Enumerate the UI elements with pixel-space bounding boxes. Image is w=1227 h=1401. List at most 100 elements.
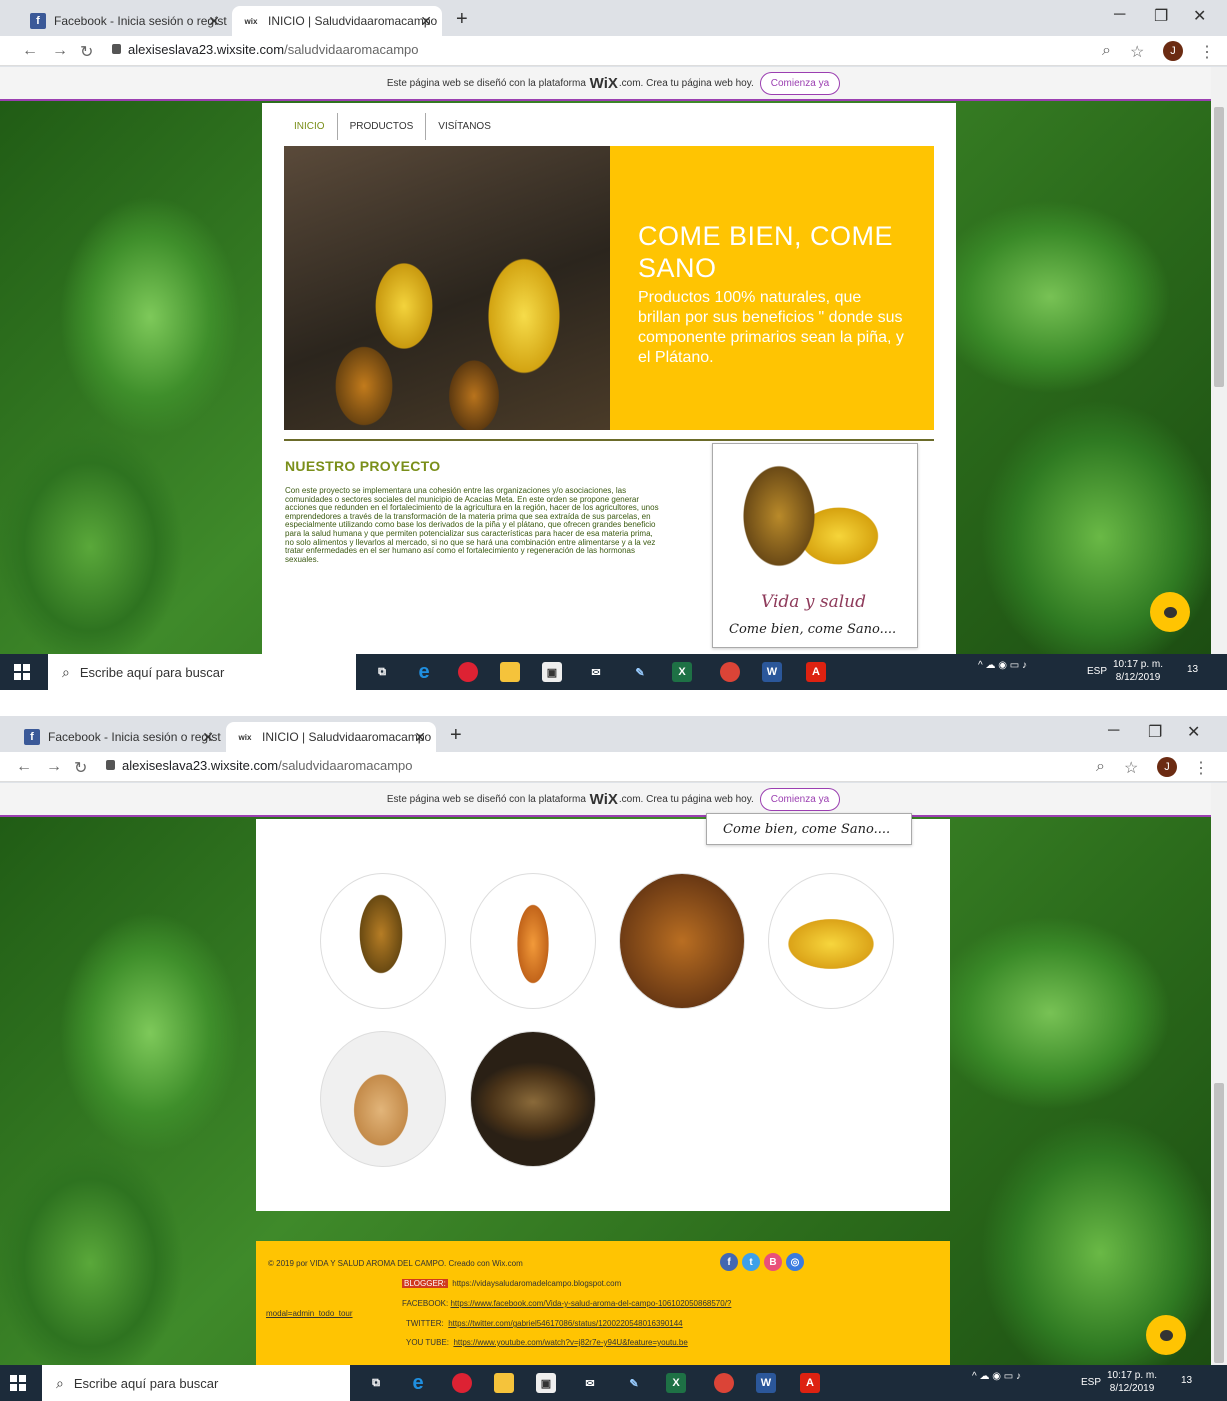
- menu-icon[interactable]: ⋮: [1193, 758, 1209, 778]
- back-icon[interactable]: ←: [22, 42, 38, 60]
- language-indicator[interactable]: ESP: [1081, 1377, 1101, 1388]
- acrobat-icon[interactable]: A: [800, 1373, 820, 1393]
- comienza-ya-button[interactable]: Comienza ya: [759, 787, 841, 811]
- close-icon[interactable]: ✕: [208, 13, 220, 30]
- close-icon[interactable]: ✕: [202, 729, 214, 746]
- task-view-icon[interactable]: ⧉: [366, 1373, 386, 1393]
- wix-banner: Este página web se diseñó con la platafo…: [0, 67, 1227, 101]
- close-window-icon[interactable]: ✕: [1193, 6, 1206, 26]
- tray-icons[interactable]: ^ ☁ ◉ ▭ ♪: [972, 1371, 1021, 1382]
- hero-banner: COME BIEN, COME SANO Productos 100% natu…: [610, 146, 934, 430]
- menu-icon[interactable]: ⋮: [1199, 42, 1215, 62]
- blog-social-icon[interactable]: B: [764, 1253, 782, 1271]
- reload-icon[interactable]: ↻: [80, 42, 93, 62]
- page-viewport: Este página web se diseñó con la platafo…: [0, 67, 1227, 654]
- back-icon[interactable]: ←: [16, 758, 32, 776]
- app-red-icon[interactable]: [452, 1373, 472, 1393]
- notification-icon[interactable]: 13: [1181, 1375, 1192, 1386]
- modal-link[interactable]: modal=admin_todo_tour: [266, 1309, 353, 1318]
- facebook-link[interactable]: https://www.facebook.com/Vida-y-salud-ar…: [450, 1299, 731, 1308]
- task-view-icon[interactable]: ⧉: [372, 662, 392, 682]
- paint-icon[interactable]: ✎: [624, 1373, 644, 1393]
- mail-icon[interactable]: ✉: [586, 662, 606, 682]
- reload-icon[interactable]: ↻: [74, 758, 87, 778]
- minimize-icon[interactable]: ─: [1108, 722, 1119, 740]
- excel-icon[interactable]: X: [672, 662, 692, 682]
- forward-icon[interactable]: →: [52, 42, 68, 60]
- close-icon[interactable]: ✕: [414, 729, 426, 746]
- minimize-icon[interactable]: ─: [1114, 6, 1125, 24]
- product-pineapple[interactable]: [320, 873, 446, 1009]
- site-page: Come bien, come Sano....: [256, 813, 950, 1211]
- twitter-social-icon[interactable]: t: [742, 1253, 760, 1271]
- edge-icon[interactable]: e: [408, 1372, 428, 1394]
- product-juice-bottle[interactable]: [470, 873, 596, 1009]
- restore-icon[interactable]: ❐: [1154, 6, 1168, 26]
- scrollbar[interactable]: [1211, 67, 1227, 654]
- clock-time: 10:17 p. m.: [1113, 659, 1164, 670]
- store-icon[interactable]: ▣: [536, 1373, 556, 1393]
- nav-productos[interactable]: PRODUCTOS: [338, 113, 427, 140]
- star-icon[interactable]: ☆: [1124, 758, 1138, 778]
- taskbar-search[interactable]: ⌕ Escribe aquí para buscar: [42, 1365, 350, 1401]
- tab-inicio[interactable]: wix INICIO | Saludvidaaromacampo ✕: [232, 6, 442, 36]
- tab-facebook[interactable]: f Facebook - Inicia sesión o regíst ✕: [20, 6, 230, 36]
- nav-visitanos[interactable]: VISÍTANOS: [426, 113, 503, 140]
- notification-icon[interactable]: 13: [1187, 664, 1198, 675]
- product-packaged-cake[interactable]: [619, 873, 745, 1009]
- youtube-row: YOU TUBE: https://www.youtube.com/watch?…: [406, 1338, 688, 1347]
- excel-icon[interactable]: X: [666, 1373, 686, 1393]
- avatar[interactable]: J: [1157, 757, 1177, 777]
- clock[interactable]: 10:17 p. m. 8/12/2019: [1107, 1369, 1157, 1395]
- new-tab-button[interactable]: +: [450, 724, 462, 747]
- mail-icon[interactable]: ✉: [580, 1373, 600, 1393]
- edge-icon[interactable]: e: [414, 661, 434, 683]
- paint-icon[interactable]: ✎: [630, 662, 650, 682]
- app-red-icon[interactable]: [458, 662, 478, 682]
- scrollbar-thumb[interactable]: [1214, 1083, 1224, 1363]
- instagram-social-icon[interactable]: ◎: [786, 1253, 804, 1271]
- product-bread[interactable]: [470, 1031, 596, 1167]
- comienza-ya-button[interactable]: Comienza ya: [759, 71, 841, 95]
- chrome-icon[interactable]: [714, 1373, 734, 1393]
- acrobat-icon[interactable]: A: [806, 662, 826, 682]
- scrollbar-thumb[interactable]: [1214, 107, 1224, 387]
- star-icon[interactable]: ☆: [1130, 42, 1144, 62]
- facebook-social-icon[interactable]: f: [720, 1253, 738, 1271]
- url-field[interactable]: alexiseslava23.wixsite.com/saludvidaarom…: [122, 758, 412, 773]
- chrome-icon[interactable]: [720, 662, 740, 682]
- product-smoothie[interactable]: [320, 1031, 446, 1167]
- file-explorer-icon[interactable]: [500, 662, 520, 682]
- close-icon[interactable]: ✕: [420, 13, 432, 30]
- close-window-icon[interactable]: ✕: [1187, 722, 1200, 742]
- store-icon[interactable]: ▣: [542, 662, 562, 682]
- clock[interactable]: 10:17 p. m. 8/12/2019: [1113, 658, 1163, 684]
- vida-salud-card: Come bien, come Sano....: [706, 813, 912, 845]
- word-icon[interactable]: W: [756, 1373, 776, 1393]
- windows-start-icon[interactable]: [10, 1375, 26, 1391]
- taskbar-search[interactable]: ⌕ Escribe aquí para buscar: [48, 654, 356, 690]
- restore-icon[interactable]: ❐: [1148, 722, 1162, 742]
- language-indicator[interactable]: ESP: [1087, 666, 1107, 677]
- product-banana[interactable]: [768, 873, 894, 1009]
- file-explorer-icon[interactable]: [494, 1373, 514, 1393]
- scrollbar[interactable]: [1211, 783, 1227, 1365]
- windows-start-icon[interactable]: [14, 664, 30, 680]
- youtube-link[interactable]: https://www.youtube.com/watch?v=j82r7e-y…: [453, 1338, 687, 1347]
- chat-button[interactable]: [1150, 592, 1190, 632]
- word-icon[interactable]: W: [762, 662, 782, 682]
- blogger-url[interactable]: https://vidaysaludaromadelcampo.blogspot…: [452, 1279, 621, 1288]
- zoom-icon[interactable]: ⌕: [1102, 42, 1111, 60]
- tab-facebook[interactable]: f Facebook - Inicia sesión o regíst ✕: [14, 722, 224, 752]
- url-field[interactable]: alexiseslava23.wixsite.com/saludvidaarom…: [128, 42, 418, 57]
- forward-icon[interactable]: →: [46, 758, 62, 776]
- new-tab-button[interactable]: +: [456, 8, 468, 31]
- tab-inicio[interactable]: wix INICIO | Saludvidaaromacampo ✕: [226, 722, 436, 752]
- zoom-icon[interactable]: ⌕: [1096, 758, 1105, 776]
- lock-icon: [112, 44, 121, 54]
- avatar[interactable]: J: [1163, 41, 1183, 61]
- chat-button[interactable]: [1146, 1315, 1186, 1355]
- tray-icons[interactable]: ^ ☁ ◉ ▭ ♪: [978, 660, 1027, 671]
- nav-inicio[interactable]: INICIO: [282, 113, 338, 140]
- twitter-link[interactable]: https://twitter.com/gabriel54617086/stat…: [448, 1319, 682, 1328]
